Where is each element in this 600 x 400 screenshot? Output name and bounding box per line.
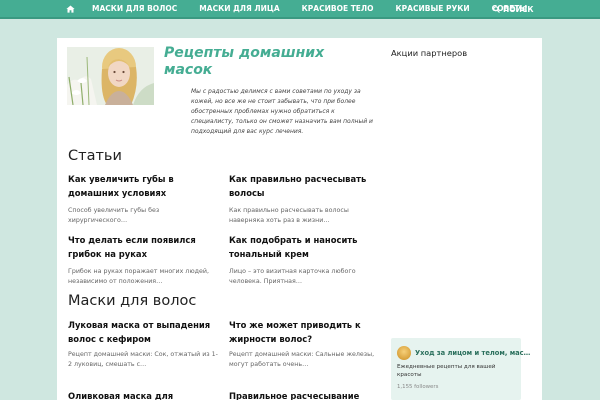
article-card[interactable]: Правильное расчесывание	[229, 389, 379, 400]
site-logo-image[interactable]	[67, 47, 154, 105]
top-navigation: МАСКИ ДЛЯ ВОЛОС МАСКИ ДЛЯ ЛИЦА КРАСИВОЕ …	[0, 0, 600, 19]
article-title[interactable]: Как увеличить губы в домашних условиях	[68, 172, 218, 200]
section-title-hair-masks[interactable]: Маски для волос	[68, 293, 196, 309]
home-icon	[65, 5, 75, 13]
widget-name[interactable]: Уход за лицом и телом, мас…	[415, 349, 530, 357]
avatar	[397, 346, 411, 360]
article-title[interactable]: Что же может приводить к жирности волос?	[229, 318, 379, 346]
nav-item-face-masks[interactable]: МАСКИ ДЛЯ ЛИЦА	[188, 0, 290, 18]
article-card[interactable]: Оливковая маска для	[68, 389, 218, 400]
widget-header[interactable]: Уход за лицом и телом, мас…	[397, 346, 530, 360]
section-title-articles[interactable]: Статьи	[68, 148, 122, 164]
article-title[interactable]: Правильное расчесывание	[229, 389, 379, 400]
home-button[interactable]	[59, 0, 81, 18]
article-excerpt: Как правильно расчесывать волосы наверня…	[229, 207, 349, 224]
article-card[interactable]: Как правильно расчесывать волосы Как пра…	[229, 172, 379, 226]
article-title[interactable]: Оливковая маска для	[68, 389, 218, 400]
article-excerpt: Лицо – это визитная карточка любого чело…	[229, 268, 356, 285]
sidebar-title: Акции партнеров	[391, 48, 468, 58]
nav-item-beautiful-body[interactable]: КРАСИВОЕ ТЕЛО	[291, 0, 385, 18]
social-widget[interactable]: Уход за лицом и телом, мас… Ежедневные р…	[391, 338, 530, 400]
article-excerpt: Рецепт домашней маски: Сок, отжатый из 1…	[68, 351, 218, 368]
article-title[interactable]: Как правильно расчесывать волосы	[229, 172, 379, 200]
nav-item-hair-masks[interactable]: МАСКИ ДЛЯ ВОЛОС	[81, 0, 188, 18]
article-excerpt: Способ увеличить губы без хирургического…	[68, 207, 160, 224]
article-title[interactable]: Как подобрать и наносить тональный крем	[229, 233, 379, 261]
article-card[interactable]: Луковая маска от выпадения волос с кефир…	[68, 318, 218, 370]
search-icon	[493, 6, 500, 13]
widget-followers: 1,155 followers	[397, 384, 439, 390]
article-excerpt: Рецепт домашней маски: Сальные железы, м…	[229, 351, 375, 368]
nav-item-beautiful-hands[interactable]: КРАСИВЫЕ РУКИ	[385, 0, 481, 18]
article-title[interactable]: Луковая маска от выпадения волос с кефир…	[68, 318, 218, 346]
article-card[interactable]: Как увеличить губы в домашних условиях С…	[68, 172, 218, 226]
widget-description: Ежедневные рецепты для вашей красоты	[397, 364, 496, 378]
article-card[interactable]: Что же может приводить к жирности волос?…	[229, 318, 379, 370]
site-description: Мы с радостью делимся с вами советами по…	[191, 88, 373, 135]
article-title[interactable]: Что делать если появился грибок на руках	[68, 233, 218, 261]
article-card[interactable]: Как подобрать и наносить тональный крем …	[229, 233, 379, 287]
article-excerpt: Грибок на руках поражает многих людей, н…	[68, 268, 209, 285]
search-button[interactable]: ПОИСК	[493, 0, 534, 19]
site-title[interactable]: Рецепты домашних масок	[164, 45, 354, 78]
search-label: ПОИСК	[503, 5, 534, 14]
article-card[interactable]: Что делать если появился грибок на руках…	[68, 233, 218, 287]
